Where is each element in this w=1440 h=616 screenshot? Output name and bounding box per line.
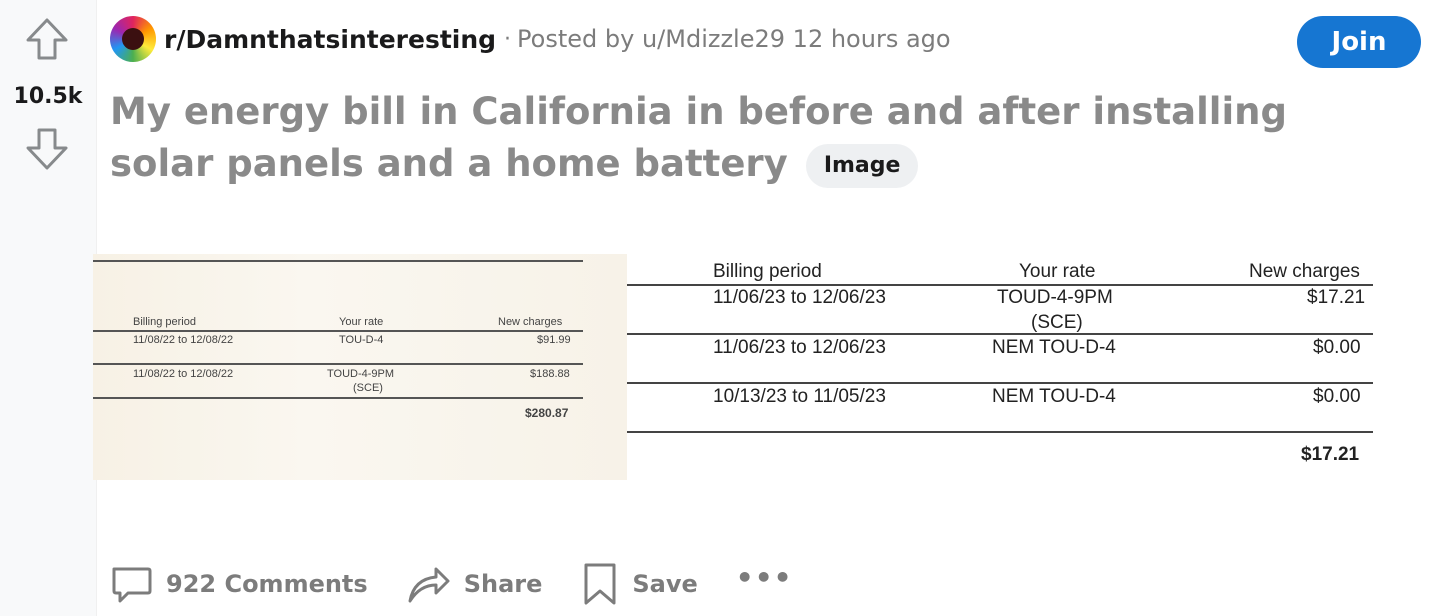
header-separator: · <box>504 26 512 52</box>
comments-label: 922 Comments <box>166 570 368 598</box>
new-header-period: Billing period <box>713 261 822 282</box>
divider <box>93 363 583 365</box>
old-row1-period: 11/08/22 to 12/08/22 <box>133 334 234 346</box>
post-header: r/Damnthatsinteresting · Posted by u/Mdi… <box>110 16 951 62</box>
downvote-arrow-icon[interactable] <box>24 126 70 172</box>
old-row2-rate: TOUD-4-9PM <box>327 368 395 380</box>
posted-by-prefix: Posted by <box>517 25 642 53</box>
new-row1-rate-line2: (SCE) <box>1031 312 1083 333</box>
vote-column: 10.5k <box>0 0 97 616</box>
divider <box>93 397 583 399</box>
new-row3-rate: NEM TOU-D-4 <box>992 386 1116 407</box>
post-title-text[interactable]: My energy bill in California in before a… <box>110 90 1287 185</box>
new-header-rate: Your rate <box>1019 261 1096 282</box>
old-row2-rate-line2: (SCE) <box>353 382 383 394</box>
author-link[interactable]: u/Mdizzle29 <box>642 25 785 53</box>
old-header-charges: New charges <box>498 316 563 328</box>
divider <box>627 382 1373 384</box>
join-button[interactable]: Join <box>1297 16 1421 68</box>
new-row2-charge: $0.00 <box>1313 337 1361 358</box>
new-total: $17.21 <box>1301 444 1360 465</box>
posted-by-text: Posted by u/Mdizzle29 12 hours ago <box>517 25 951 53</box>
old-row2-period: 11/08/22 to 12/08/22 <box>133 368 234 380</box>
post-flair[interactable]: Image <box>805 143 919 188</box>
comment-bubble-icon <box>112 567 152 603</box>
post-age: 12 hours ago <box>792 25 951 53</box>
bookmark-icon <box>584 563 616 605</box>
more-options-button[interactable]: ••• <box>736 561 793 594</box>
old-bill-image: Billing period Your rate New charges 11/… <box>93 254 629 480</box>
save-label: Save <box>632 570 698 598</box>
subreddit-avatar[interactable] <box>110 16 156 62</box>
old-row1-charge: $91.99 <box>537 334 571 346</box>
vote-score: 10.5k <box>13 84 83 109</box>
post-title[interactable]: My energy bill in California in before a… <box>110 86 1400 190</box>
divider <box>627 333 1373 335</box>
share-arrow-icon <box>408 567 450 603</box>
divider <box>93 330 583 332</box>
divider <box>93 260 583 262</box>
share-label: Share <box>463 570 543 598</box>
old-header-period: Billing period <box>133 316 196 328</box>
divider <box>627 284 1373 286</box>
old-row2-charge: $188.88 <box>530 368 570 380</box>
new-row1-charge: $17.21 <box>1307 287 1366 308</box>
upvote-arrow-icon[interactable] <box>24 16 70 62</box>
new-header-charges: New charges <box>1249 261 1360 282</box>
new-row1-period: 11/06/23 to 12/06/23 <box>713 287 886 308</box>
new-row3-period: 10/13/23 to 11/05/23 <box>713 386 886 407</box>
post-action-bar: 922 Comments Share Save ••• <box>108 558 793 610</box>
subreddit-link[interactable]: r/Damnthatsinteresting <box>164 25 496 54</box>
new-bill-image: Billing period Your rate New charges 11/… <box>627 248 1379 484</box>
new-row2-period: 11/06/23 to 12/06/23 <box>713 337 886 358</box>
share-button[interactable]: Share <box>406 561 543 607</box>
save-button[interactable]: Save <box>580 561 698 607</box>
old-total: $280.87 <box>525 406 569 420</box>
divider <box>627 431 1373 433</box>
comments-button[interactable]: 922 Comments <box>108 561 368 607</box>
old-row1-rate: TOU-D-4 <box>339 334 384 346</box>
new-row3-charge: $0.00 <box>1313 386 1361 407</box>
old-header-rate: Your rate <box>339 316 384 328</box>
post-image[interactable]: Billing period Your rate New charges 11/… <box>93 248 1379 484</box>
new-row2-rate: NEM TOU-D-4 <box>992 337 1116 358</box>
new-row1-rate: TOUD-4-9PM <box>997 287 1113 308</box>
